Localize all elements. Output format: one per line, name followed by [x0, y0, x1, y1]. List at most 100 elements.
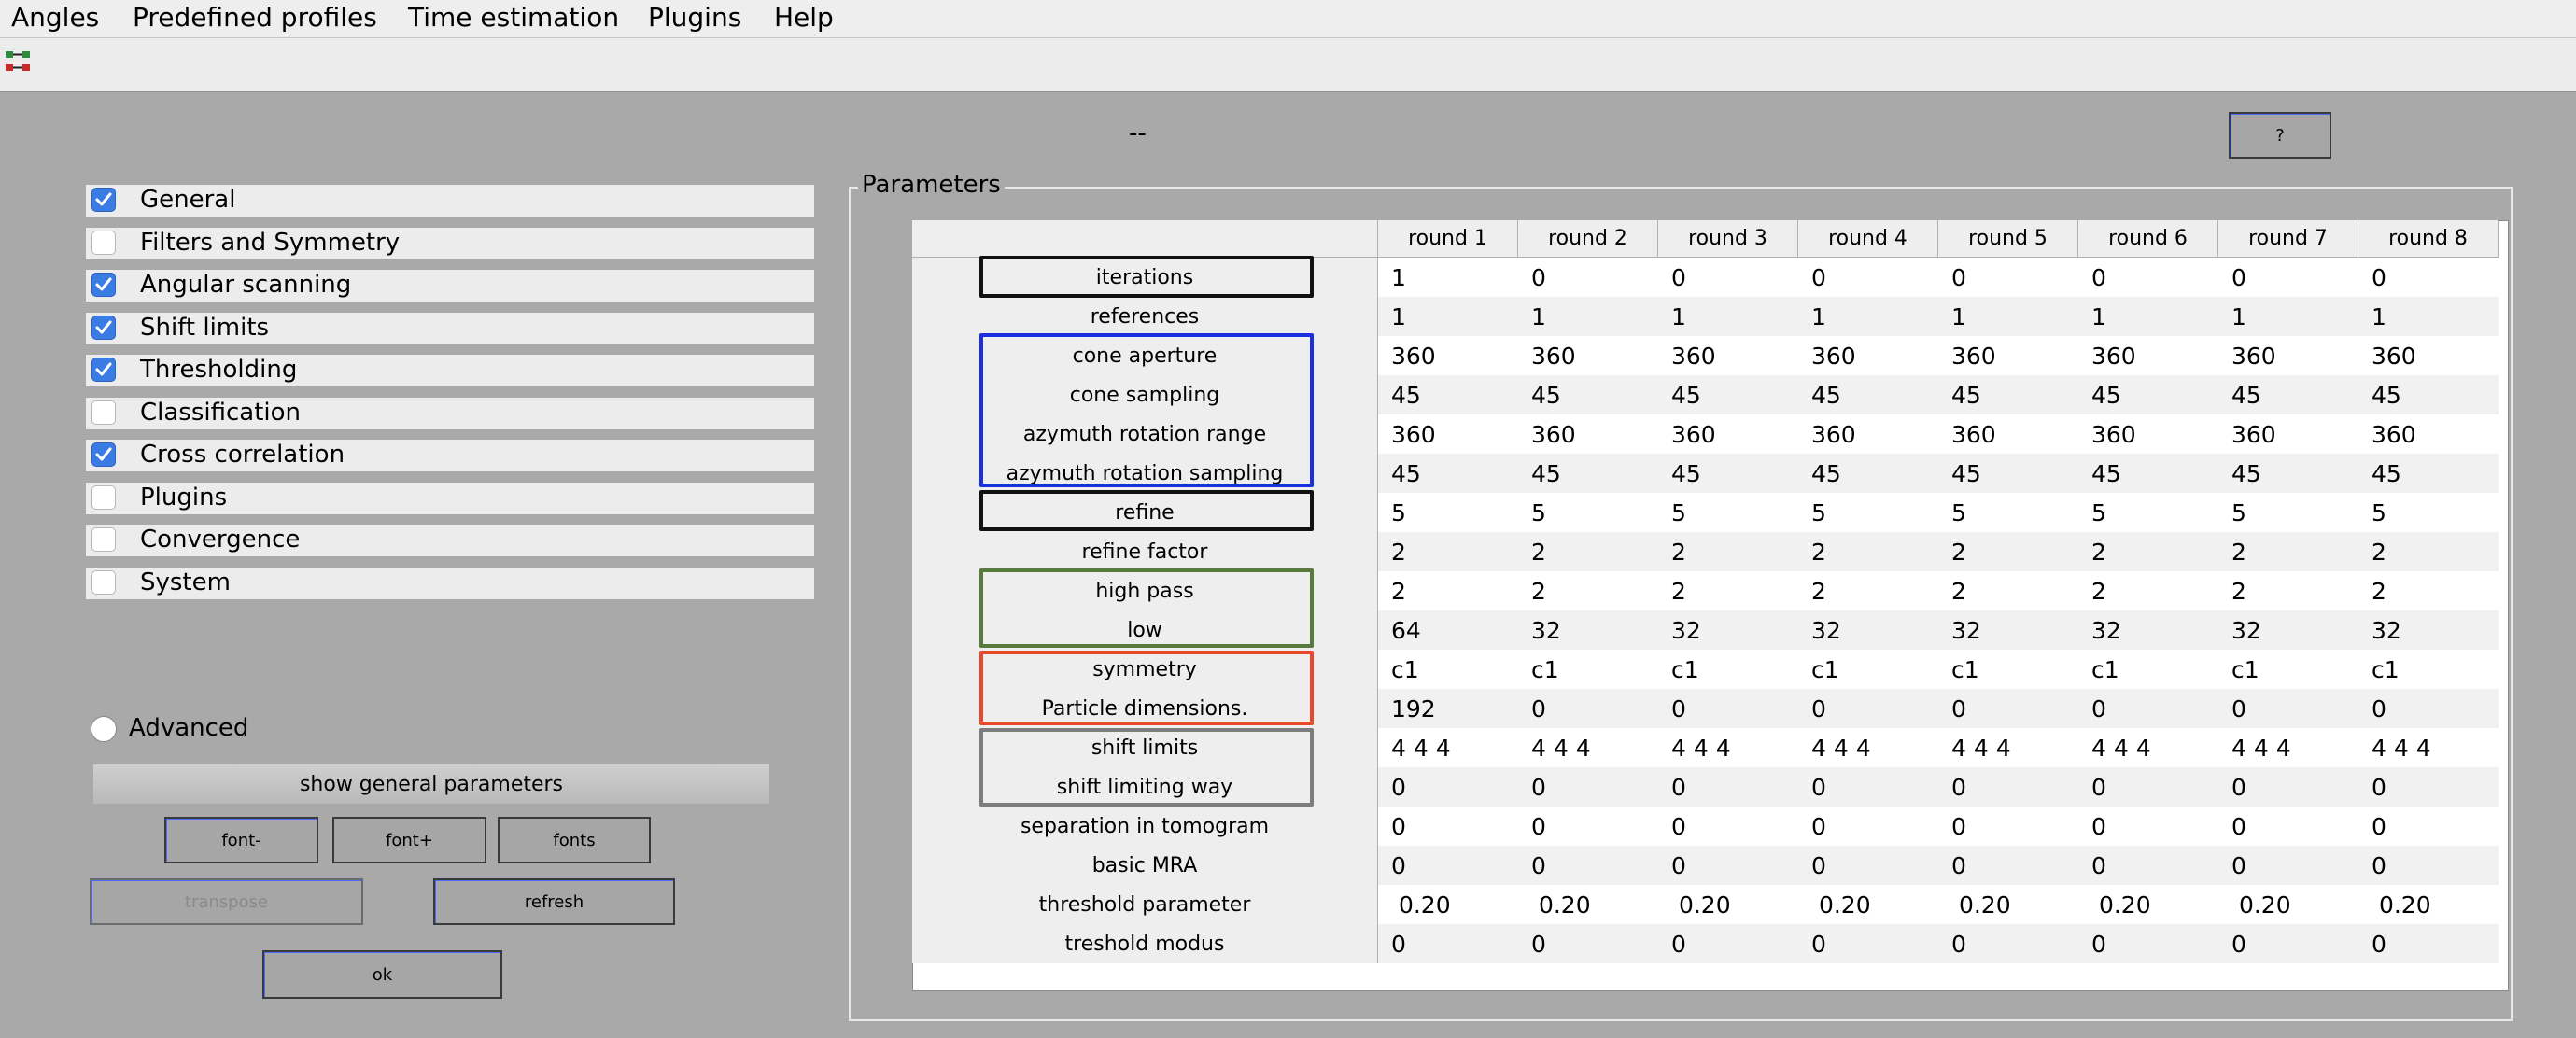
menu-time-estimation[interactable]: Time estimation	[408, 2, 619, 33]
category-checkbox[interactable]	[91, 484, 116, 510]
table-cell[interactable]: 0	[1378, 807, 1518, 846]
table-cell[interactable]: 45	[2358, 375, 2499, 414]
table-cell[interactable]: 0	[2078, 846, 2218, 885]
table-cell[interactable]: 360	[1378, 414, 1518, 454]
table-cell[interactable]: 0.20	[1938, 885, 2078, 924]
table-cell[interactable]: 0	[1798, 258, 1938, 297]
column-header[interactable]: round 5	[1938, 220, 2078, 258]
table-cell[interactable]: c1	[1938, 650, 2078, 689]
table-cell[interactable]: 32	[2358, 610, 2499, 650]
table-cell[interactable]: 32	[1938, 610, 2078, 650]
table-cell[interactable]: c1	[2078, 650, 2218, 689]
table-cell[interactable]: 0	[1938, 689, 2078, 728]
table-cell[interactable]: 5	[2358, 493, 2499, 532]
table-cell[interactable]: 360	[2218, 414, 2358, 454]
table-cell[interactable]: c1	[1518, 650, 1658, 689]
table-cell[interactable]: 45	[1518, 375, 1658, 414]
table-cell[interactable]: 0	[1378, 846, 1518, 885]
font-increase-button[interactable]: font+	[332, 817, 486, 863]
table-cell[interactable]: 0	[1658, 689, 1798, 728]
table-cell[interactable]: 2	[1938, 532, 2078, 571]
help-button[interactable]: ?	[2229, 112, 2331, 159]
table-cell[interactable]: 0	[2358, 846, 2499, 885]
table-cell[interactable]: 4 4 4	[1518, 728, 1658, 767]
table-cell[interactable]: 45	[1938, 375, 2078, 414]
table-cell[interactable]: 2	[1658, 571, 1798, 610]
show-general-parameters-button[interactable]: show general parameters	[93, 764, 769, 804]
table-cell[interactable]: 360	[1938, 336, 2078, 375]
table-cell[interactable]: 0	[2218, 807, 2358, 846]
table-cell[interactable]: 2	[1938, 571, 2078, 610]
table-cell[interactable]: 5	[2218, 493, 2358, 532]
table-cell[interactable]: 2	[1518, 571, 1658, 610]
table-cell[interactable]: 4 4 4	[1938, 728, 2078, 767]
table-cell[interactable]: 5	[1798, 493, 1938, 532]
fonts-button[interactable]: fonts	[498, 817, 651, 863]
table-cell[interactable]: 360	[1378, 336, 1518, 375]
table-cell[interactable]: 0	[1938, 924, 2078, 963]
table-cell[interactable]: 0	[2078, 807, 2218, 846]
category-row[interactable]: Thresholding	[86, 355, 814, 386]
table-cell[interactable]: 2	[1378, 532, 1518, 571]
category-row[interactable]: Classification	[86, 397, 814, 429]
table-cell[interactable]: 2	[2078, 532, 2218, 571]
table-cell[interactable]: 0	[1938, 807, 2078, 846]
table-cell[interactable]: c1	[1658, 650, 1798, 689]
table-cell[interactable]: 1	[1658, 297, 1798, 336]
table-cell[interactable]: 5	[1518, 493, 1658, 532]
category-checkbox[interactable]	[91, 400, 116, 425]
table-cell[interactable]: 1	[1518, 297, 1658, 336]
table-cell[interactable]: 4 4 4	[2078, 728, 2218, 767]
menu-angles[interactable]: Angles	[11, 2, 99, 33]
table-cell[interactable]: 32	[1798, 610, 1938, 650]
table-cell[interactable]: 0	[2358, 924, 2499, 963]
table-cell[interactable]: 360	[2078, 336, 2218, 375]
column-header[interactable]: round 3	[1658, 220, 1798, 258]
table-cell[interactable]: 0	[1378, 767, 1518, 807]
category-checkbox[interactable]	[91, 315, 116, 340]
category-row[interactable]: Cross correlation	[86, 440, 814, 471]
table-cell[interactable]: 360	[2218, 336, 2358, 375]
table-cell[interactable]: 2	[1798, 532, 1938, 571]
table-cell[interactable]: 32	[1658, 610, 1798, 650]
table-cell[interactable]: 0	[1518, 807, 1658, 846]
table-cell[interactable]: 2	[1518, 532, 1658, 571]
column-header[interactable]: round 1	[1378, 220, 1518, 258]
table-cell[interactable]: 0	[1658, 258, 1798, 297]
table-cell[interactable]: c1	[2218, 650, 2358, 689]
category-row[interactable]: Convergence	[86, 525, 814, 556]
table-cell[interactable]: 0.20	[1378, 885, 1518, 924]
table-cell[interactable]: 45	[1378, 454, 1518, 493]
table-cell[interactable]: c1	[1798, 650, 1938, 689]
table-cell[interactable]: 0	[2358, 689, 2499, 728]
advanced-radio[interactable]	[91, 716, 117, 742]
table-cell[interactable]: 360	[1798, 414, 1938, 454]
table-cell[interactable]: 0.20	[1798, 885, 1938, 924]
table-cell[interactable]: 45	[1798, 375, 1938, 414]
table-cell[interactable]: 0	[1378, 924, 1518, 963]
table-cell[interactable]: 5	[2078, 493, 2218, 532]
table-cell[interactable]: 45	[1378, 375, 1518, 414]
table-cell[interactable]: 45	[2358, 454, 2499, 493]
menu-help[interactable]: Help	[774, 2, 834, 33]
category-row[interactable]: General	[86, 185, 814, 217]
table-cell[interactable]: 360	[1938, 414, 2078, 454]
table-cell[interactable]: 0	[2218, 767, 2358, 807]
table-cell[interactable]: 1	[2218, 297, 2358, 336]
table-cell[interactable]: 32	[2078, 610, 2218, 650]
table-cell[interactable]: 45	[1658, 375, 1798, 414]
font-decrease-button[interactable]: font-	[164, 817, 318, 863]
table-cell[interactable]: 45	[1938, 454, 2078, 493]
category-checkbox[interactable]	[91, 442, 116, 467]
table-cell[interactable]: 0	[1798, 689, 1938, 728]
table-cell[interactable]: 0	[1938, 846, 2078, 885]
table-cell[interactable]: 45	[1798, 454, 1938, 493]
table-cell[interactable]: 1	[1378, 258, 1518, 297]
table-cell[interactable]: 2	[1658, 532, 1798, 571]
column-header[interactable]: round 6	[2078, 220, 2218, 258]
table-cell[interactable]: 2	[2078, 571, 2218, 610]
table-cell[interactable]: 4 4 4	[1798, 728, 1938, 767]
table-cell[interactable]: 32	[1518, 610, 1658, 650]
category-row[interactable]: Shift limits	[86, 312, 814, 344]
menu-predefined-profiles[interactable]: Predefined profiles	[133, 2, 377, 33]
